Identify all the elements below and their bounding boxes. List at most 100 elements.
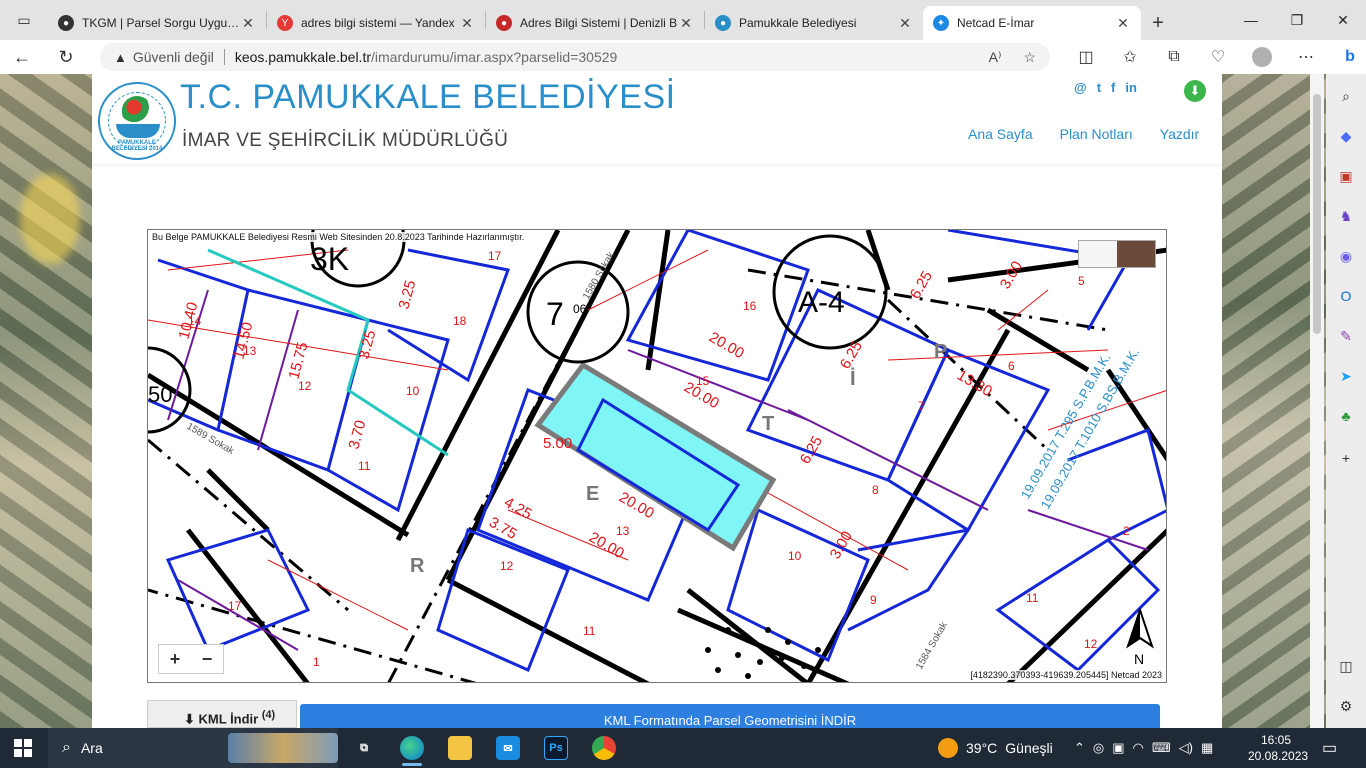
mail-icon[interactable]: ✉: [484, 728, 532, 768]
minimize-icon[interactable]: —: [1228, 0, 1274, 40]
edge-app-icon[interactable]: [388, 728, 436, 768]
nav-plan-notes[interactable]: Plan Notları: [1060, 126, 1133, 142]
favorites-icon[interactable]: ✩: [1108, 47, 1152, 67]
social-links: @ t f in: [1074, 80, 1137, 95]
new-tab-button[interactable]: +: [1141, 6, 1175, 40]
tab-tkgm[interactable]: ● TKGM | Parsel Sorgu Uygulam ✕: [48, 6, 266, 40]
taskbar-search[interactable]: ⌕ Ara: [48, 728, 338, 768]
svg-text:6.25: 6.25: [907, 268, 936, 302]
app-tray-icon[interactable]: ▣: [1112, 740, 1124, 756]
outlook-icon[interactable]: O: [1336, 286, 1356, 306]
nav-print[interactable]: Yazdır: [1160, 126, 1199, 142]
collections-icon[interactable]: ⧉: [1152, 48, 1196, 66]
dotted-area: [705, 627, 821, 679]
search-icon[interactable]: ⌕: [1336, 86, 1356, 106]
email-icon[interactable]: @: [1074, 80, 1087, 95]
meet-icon[interactable]: ◎: [1093, 740, 1104, 756]
download-icon[interactable]: ⬇: [1184, 80, 1206, 102]
send-icon[interactable]: ➤: [1336, 366, 1356, 386]
pamukkale-icon: ●: [715, 15, 731, 31]
facebook-icon[interactable]: f: [1111, 80, 1115, 95]
svg-text:15.75: 15.75: [285, 340, 311, 381]
restore-icon[interactable]: ❐: [1274, 0, 1320, 40]
sun-icon: [938, 738, 958, 758]
linkedin-icon[interactable]: in: [1125, 80, 1137, 95]
keyboard-icon[interactable]: ⌨: [1152, 740, 1171, 756]
start-button[interactable]: [14, 739, 32, 757]
chrome-icon[interactable]: [580, 728, 628, 768]
bing-copilot-icon[interactable]: b: [1328, 48, 1366, 66]
taskbar-apps: ⧉ ✉ Ps: [340, 728, 628, 768]
split-screen-icon[interactable]: ◫: [1064, 47, 1108, 67]
add-icon[interactable]: +: [1336, 448, 1356, 468]
shopping-tag-icon[interactable]: ◆: [1336, 126, 1356, 146]
url-path: /imardurumu/imar.aspx?parselid=30529: [371, 49, 618, 65]
svg-text:13: 13: [616, 524, 630, 538]
profile-avatar[interactable]: [1240, 47, 1284, 67]
kml-download-label[interactable]: ⬇ KML İndir (4): [147, 700, 297, 728]
map-coordinates: [4182390.370393-419639.205445] Netcad 20…: [968, 670, 1164, 680]
close-tab-icon[interactable]: ✕: [240, 15, 256, 32]
weather-widget[interactable]: 39°C Güneşli: [938, 728, 1053, 768]
language-icon[interactable]: ▦: [1201, 740, 1213, 756]
north-label: N: [1134, 651, 1144, 667]
scrollbar-thumb[interactable]: [1313, 94, 1321, 334]
tree-icon[interactable]: ♣: [1336, 406, 1356, 426]
read-aloud-icon[interactable]: A⁾: [989, 49, 1002, 66]
wifi-icon[interactable]: ◠: [1133, 740, 1144, 756]
close-tab-icon[interactable]: ✕: [459, 15, 475, 32]
more-menu-icon[interactable]: ⋯: [1284, 47, 1328, 67]
performance-icon[interactable]: ♡: [1196, 47, 1240, 67]
notifications-icon[interactable]: ▭: [1322, 738, 1337, 758]
back-button[interactable]: ←: [0, 40, 44, 74]
kml-download-button[interactable]: KML Formatında Parsel Geometrisini İNDİR: [300, 704, 1160, 728]
tab-denizli[interactable]: ● Adres Bilgi Sistemi | Denizli B ✕: [486, 6, 704, 40]
chevron-up-icon[interactable]: ⌃: [1074, 740, 1085, 756]
close-window-icon[interactable]: ✕: [1320, 0, 1366, 40]
basemap-switcher[interactable]: [1078, 240, 1156, 268]
tab-yandex[interactable]: Y adres bilgi sistemi — Yandex ✕: [267, 6, 485, 40]
close-tab-icon[interactable]: ✕: [1115, 15, 1131, 32]
page-scrollbar[interactable]: [1310, 74, 1324, 728]
browser-tab-bar: ▭ ● TKGM | Parsel Sorgu Uygulam ✕ Y adre…: [0, 0, 1366, 40]
tab-netcad[interactable]: ✦ Netcad E-İmar ✕: [923, 6, 1141, 40]
svg-text:5: 5: [1078, 274, 1085, 288]
zone-label-a4: A-4: [798, 286, 845, 319]
taskbar-clock[interactable]: 16:05 20.08.2023: [1248, 732, 1308, 764]
twitter-icon[interactable]: t: [1097, 80, 1101, 95]
url-bar[interactable]: ▲ Güvenli değil keos.pamukkale.bel.tr /i…: [100, 43, 1050, 71]
svg-text:10: 10: [406, 384, 420, 398]
svg-text:13.30: 13.30: [954, 367, 995, 400]
microsoft365-icon[interactable]: ◉: [1336, 246, 1356, 266]
close-tab-icon[interactable]: ✕: [678, 15, 694, 32]
map-canvas[interactable]: 14.50 15.75 10.40 3.70 3.25 3.25 20.00 2…: [148, 230, 1167, 683]
games-icon[interactable]: ♞: [1336, 206, 1356, 226]
tab-title: adres bilgi sistemi — Yandex: [301, 16, 455, 30]
zoning-map[interactable]: 14.50 15.75 10.40 3.70 3.25 3.25 20.00 2…: [147, 229, 1167, 683]
settings-gear-icon[interactable]: ⚙: [1336, 696, 1356, 716]
favorite-star-icon[interactable]: ☆: [1023, 49, 1036, 66]
file-explorer-icon[interactable]: [436, 728, 484, 768]
security-label[interactable]: Güvenli değil: [133, 49, 214, 65]
zoom-in-button[interactable]: +: [159, 645, 191, 673]
browser-tools: ◫ ✩ ⧉ ♡ ⋯ b: [1064, 40, 1366, 74]
close-tab-icon[interactable]: ✕: [897, 15, 913, 32]
weather-temp: 39°C: [966, 740, 998, 756]
tools-briefcase-icon[interactable]: ▣: [1336, 166, 1356, 186]
designer-icon[interactable]: ✎: [1336, 326, 1356, 346]
photoshop-icon[interactable]: Ps: [532, 728, 580, 768]
volume-icon[interactable]: ◁): [1179, 740, 1193, 756]
tab-actions-icon[interactable]: ▭: [0, 0, 48, 40]
nav-home[interactable]: Ana Sayfa: [968, 126, 1033, 142]
refresh-button[interactable]: ↻: [44, 40, 88, 74]
svg-text:3.25: 3.25: [355, 328, 379, 361]
map-disclaimer: Bu Belge PAMUKKALE Belediyesi Resmi Web …: [150, 232, 527, 242]
zoom-control: + −: [158, 644, 224, 674]
sidebar-toggle-icon[interactable]: ◫: [1336, 656, 1356, 676]
page-content: PAMUKKALE BELEDİYESİ 2014 T.C. PAMUKKALE…: [92, 74, 1222, 728]
zoom-out-button[interactable]: −: [191, 645, 223, 673]
tab-pamukkale[interactable]: ● Pamukkale Belediyesi ✕: [705, 6, 923, 40]
task-view-icon[interactable]: ⧉: [340, 728, 388, 768]
municipality-logo[interactable]: PAMUKKALE BELEDİYESİ 2014: [98, 82, 176, 160]
svg-text:13: 13: [243, 344, 257, 358]
